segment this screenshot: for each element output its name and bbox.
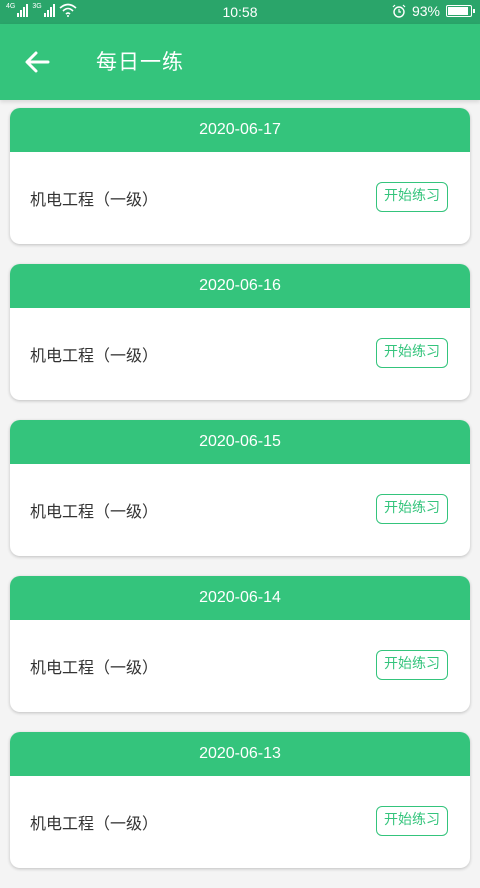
arrow-left-icon[interactable] bbox=[22, 48, 54, 76]
subject-label: 机电工程（一级） bbox=[30, 502, 159, 521]
card-body: 机电工程（一级） 开始练习 bbox=[10, 620, 470, 712]
practice-card: 2020-06-17 机电工程（一级） 开始练习 bbox=[10, 108, 470, 244]
practice-date: 2020-06-16 bbox=[10, 264, 470, 308]
start-practice-button[interactable]: 开始练习 bbox=[376, 182, 448, 212]
page-title: 每日一练 bbox=[96, 50, 184, 74]
start-practice-button[interactable]: 开始练习 bbox=[376, 806, 448, 836]
practice-date: 2020-06-17 bbox=[10, 108, 470, 152]
status-bar: 4G 3G 10:58 93% bbox=[0, 0, 480, 24]
start-practice-button[interactable]: 开始练习 bbox=[376, 338, 448, 368]
start-practice-button[interactable]: 开始练习 bbox=[376, 650, 448, 680]
subject-label: 机电工程（一级） bbox=[30, 658, 159, 677]
practice-card: 2020-06-13 机电工程（一级） 开始练习 bbox=[10, 732, 470, 868]
practice-date: 2020-06-15 bbox=[10, 420, 470, 464]
practice-card: 2020-06-15 机电工程（一级） 开始练习 bbox=[10, 420, 470, 556]
card-body: 机电工程（一级） 开始练习 bbox=[10, 152, 470, 244]
subject-label: 机电工程（一级） bbox=[30, 346, 159, 365]
card-body: 机电工程（一级） 开始练习 bbox=[10, 308, 470, 400]
practice-date: 2020-06-14 bbox=[10, 576, 470, 620]
battery-icon bbox=[446, 5, 475, 17]
start-practice-button[interactable]: 开始练习 bbox=[376, 494, 448, 524]
practice-list: 2020-06-17 机电工程（一级） 开始练习 2020-06-16 机电工程（一级）… bbox=[10, 108, 470, 888]
practice-date: 2020-06-13 bbox=[10, 732, 470, 776]
card-body: 机电工程（一级） 开始练习 bbox=[10, 776, 470, 868]
subject-label: 机电工程（一级） bbox=[30, 190, 159, 209]
practice-card: 2020-06-16 机电工程（一级） 开始练习 bbox=[10, 264, 470, 400]
practice-card: 2020-06-14 机电工程（一级） 开始练习 bbox=[10, 576, 470, 712]
card-body: 机电工程（一级） 开始练习 bbox=[10, 464, 470, 556]
battery-percent: 93% bbox=[411, 3, 440, 19]
subject-label: 机电工程（一级） bbox=[30, 814, 159, 833]
alarm-clock-icon bbox=[392, 4, 406, 18]
battery-level-fill bbox=[448, 7, 469, 15]
app-bar: 每日一练 bbox=[0, 24, 480, 100]
